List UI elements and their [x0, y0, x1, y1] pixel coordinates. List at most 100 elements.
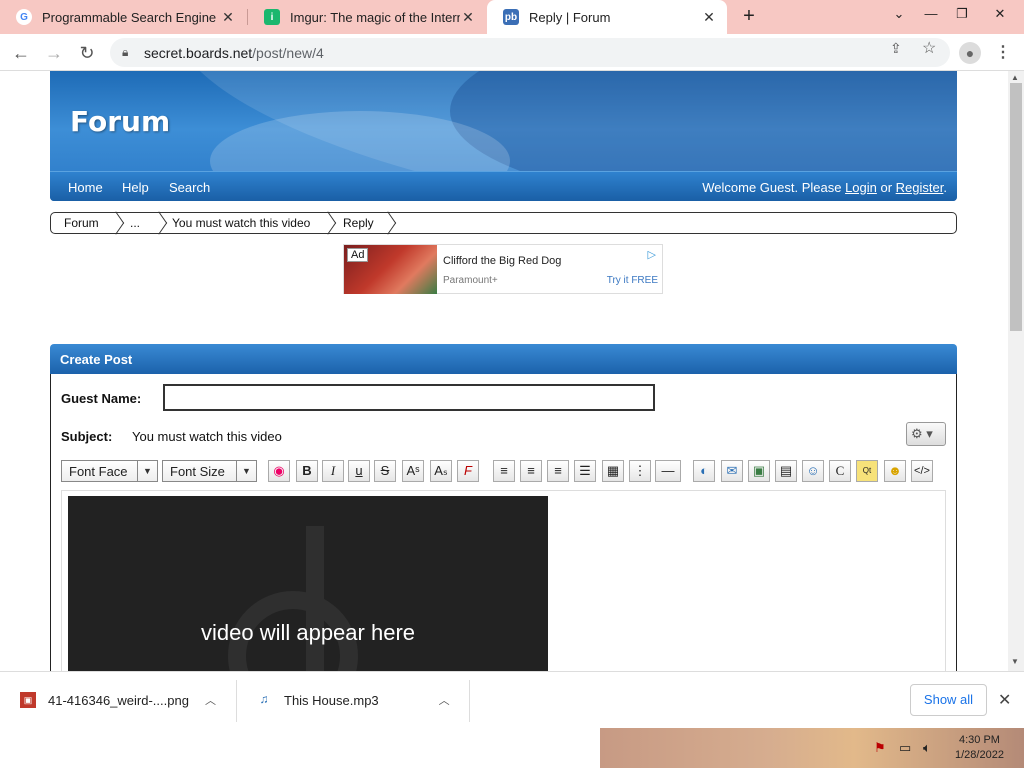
forward-icon[interactable]: → [43, 42, 65, 64]
reload-icon[interactable]: ↻ [76, 42, 98, 64]
download-item-png[interactable]: ▣ 41-416346_weird-....png ︿ [0, 672, 236, 728]
breadcrumb-forum[interactable]: Forum [64, 216, 99, 230]
close-download-shelf-icon[interactable]: ✕ [998, 690, 1011, 710]
strikethrough-icon[interactable]: S [374, 460, 396, 482]
address-bar[interactable]: 🔒︎ secret.boards.net/post/new/4 [110, 38, 950, 67]
close-icon[interactable]: ✕ [701, 9, 717, 26]
guest-name-input[interactable] [163, 384, 655, 411]
tray-volume-icon[interactable]: 🔈︎ [923, 740, 931, 756]
horizontal-rule-icon[interactable]: — [655, 460, 681, 482]
share-icon[interactable]: ⇪ [890, 40, 902, 57]
tray-network-icon[interactable]: ▭ [899, 740, 911, 756]
video-placeholder-text: video will appear here [200, 620, 416, 645]
breadcrumb-thread[interactable]: You must watch this video [172, 216, 310, 230]
window-close-icon[interactable]: ✕ [990, 6, 1010, 22]
close-icon[interactable]: ✕ [220, 9, 236, 26]
italic-icon[interactable]: I [322, 460, 344, 482]
breadcrumb-ellipsis[interactable]: ... [130, 216, 140, 230]
editor-settings-gear-icon[interactable]: ⚙ ▾ [906, 422, 946, 446]
source-code-icon[interactable]: </> [911, 460, 933, 482]
menu-kebab-icon[interactable]: ⋮ [995, 42, 1011, 62]
clock-time: 4:30 PM [958, 734, 1000, 746]
audio-file-icon: ♫ [259, 692, 269, 706]
tab-programmable-search[interactable]: G Programmable Search Engine ✕ [0, 0, 246, 34]
font-face-label: Font Face [69, 464, 128, 479]
welcome-message: Welcome Guest. Please Login or Register. [702, 180, 947, 195]
chevron-down-icon: ▼ [137, 461, 157, 481]
scroll-down-icon[interactable]: ▼ [1011, 657, 1019, 666]
tab-imgur[interactable]: i Imgur: The magic of the Internet ✕ [248, 0, 486, 34]
nav-help-link[interactable]: Help [122, 180, 149, 195]
bold-icon[interactable]: B [296, 460, 318, 482]
show-all-downloads-button[interactable]: Show all [910, 684, 987, 716]
email-icon[interactable]: ✉ [721, 460, 743, 482]
video-placeholder[interactable]: video will appear here [68, 496, 548, 671]
nav-home-link[interactable]: Home [68, 180, 103, 195]
image-file-icon: ▣ [20, 692, 36, 708]
video-icon[interactable]: ▤ [775, 460, 797, 482]
page-scrollbar[interactable]: ▲ ▼ [1008, 71, 1024, 671]
link-icon[interactable]: ◐ [693, 460, 715, 482]
tab-search-icon[interactable]: ⌄ [889, 6, 909, 22]
breadcrumb-chevron-icon [383, 213, 399, 233]
scroll-up-icon[interactable]: ▲ [1011, 73, 1019, 82]
forum-navbar: Home Help Search Welcome Guest. Please L… [50, 171, 957, 201]
close-icon[interactable]: ✕ [460, 9, 476, 26]
advertisement[interactable]: Ad Clifford the Big Red Dog Paramount+ T… [343, 244, 663, 294]
download-item-mp3[interactable]: ♫ This House.mp3 ︿ [236, 672, 469, 728]
underline-icon[interactable]: u [348, 460, 370, 482]
text-color-icon[interactable]: ◉ [268, 460, 290, 482]
table-icon[interactable]: ▦ [602, 460, 624, 482]
back-icon[interactable]: ← [10, 42, 32, 64]
breadcrumb-chevron-icon [323, 213, 339, 233]
message-editor[interactable]: video will appear here [61, 490, 946, 671]
ad-choices-icon[interactable]: ▷ [648, 248, 656, 261]
subject-value: You must watch this video [132, 429, 282, 444]
ad-badge: Ad [347, 248, 369, 262]
subscript-icon[interactable]: Aₛ [430, 460, 452, 482]
register-link[interactable]: Register [896, 180, 944, 195]
taskbar: ⚑ ▭ 🔈︎ 4:30 PM 1/28/2022 [0, 728, 1024, 768]
clear-format-icon[interactable]: F [457, 460, 479, 482]
superscript-icon[interactable]: Aˢ [402, 460, 424, 482]
justify-icon[interactable]: ☰ [574, 460, 596, 482]
tray-flag-icon[interactable]: ⚑ [874, 740, 886, 756]
ad-headline[interactable]: Clifford the Big Red Dog [443, 255, 561, 267]
subject-label: Subject: [61, 429, 113, 444]
chevron-up-icon[interactable]: ︿ [439, 692, 450, 708]
ad-cta-link[interactable]: Try it FREE [607, 275, 658, 286]
guest-name-label: Guest Name: [61, 391, 142, 406]
new-tab-button[interactable]: + [738, 5, 760, 27]
google-icon: G [16, 9, 32, 25]
align-center-icon[interactable]: ≡ [520, 460, 542, 482]
quote-icon[interactable]: Qt [856, 460, 878, 482]
bookmark-star-icon[interactable]: ☆ [922, 38, 936, 58]
chevron-down-icon: ▼ [236, 461, 256, 481]
download-filename: This House.mp3 [284, 692, 379, 708]
lock-icon[interactable]: 🔒︎ [122, 45, 136, 60]
login-link[interactable]: Login [845, 180, 877, 195]
align-left-icon[interactable]: ≡ [493, 460, 515, 482]
font-size-select[interactable]: Font Size ▼ [162, 460, 257, 482]
bullet-list-icon[interactable]: ⋮ [629, 460, 651, 482]
tab-reply-forum[interactable]: pb Reply | Forum ✕ [487, 0, 727, 34]
ad-image[interactable]: Ad [344, 245, 437, 294]
profile-avatar-icon[interactable]: ● [959, 42, 981, 64]
align-right-icon[interactable]: ≡ [547, 460, 569, 482]
create-post-header: Create Post [50, 344, 957, 374]
taskbar-clock[interactable]: 4:30 PM 1/28/2022 [955, 733, 1004, 763]
code-icon[interactable]: C [829, 460, 851, 482]
smiley-icon[interactable]: ☻ [884, 460, 906, 482]
minimize-icon[interactable]: — [921, 6, 941, 21]
user-mention-icon[interactable]: ☺ [802, 460, 824, 482]
chevron-up-icon[interactable]: ︿ [205, 692, 216, 708]
tab-title: Programmable Search Engine [42, 9, 217, 25]
font-face-select[interactable]: Font Face ▼ [61, 460, 158, 482]
nav-search-link[interactable]: Search [169, 180, 210, 195]
breadcrumb-reply[interactable]: Reply [343, 216, 374, 230]
restore-icon[interactable]: ❐ [952, 6, 972, 22]
breadcrumb: Forum ... You must watch this video Repl… [50, 212, 957, 234]
image-icon[interactable]: ▣ [748, 460, 770, 482]
forum-title[interactable]: Forum [70, 105, 170, 138]
scroll-thumb[interactable] [1010, 83, 1022, 331]
